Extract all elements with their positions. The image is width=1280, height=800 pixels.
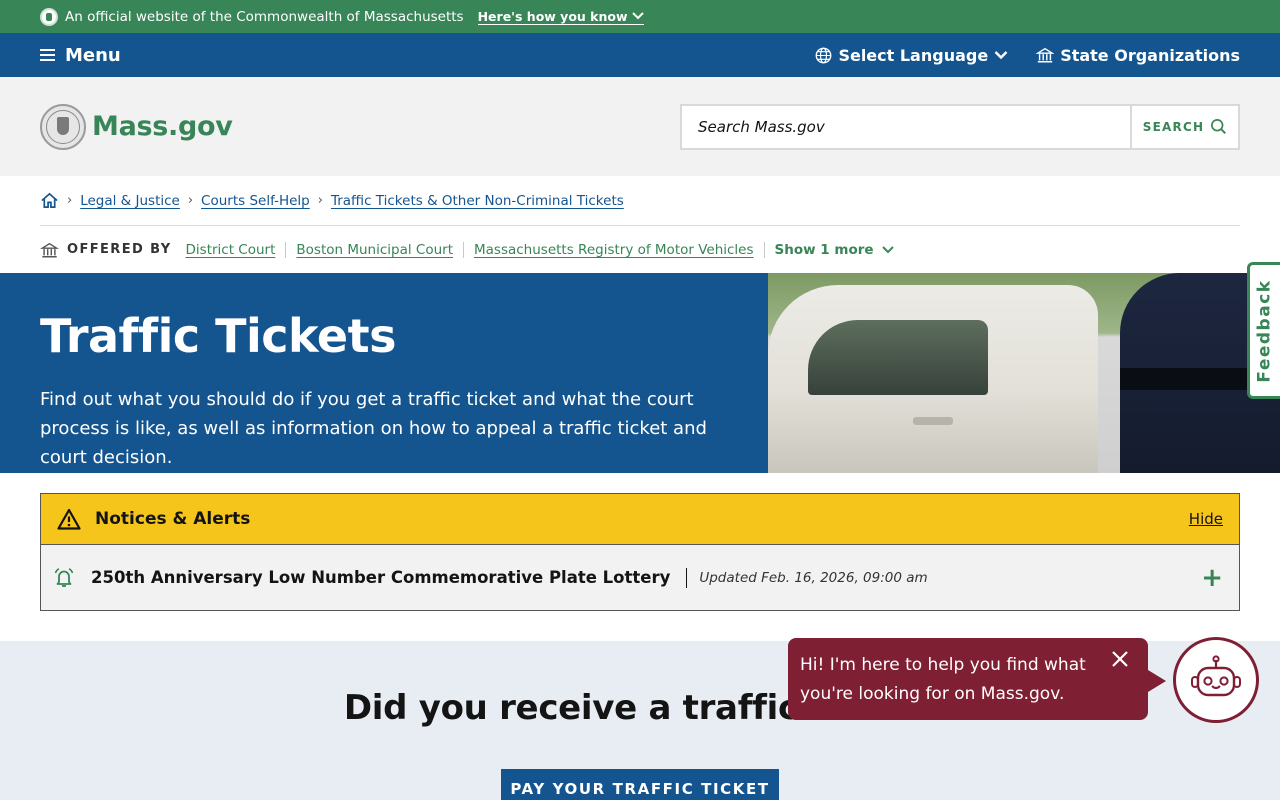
chatbot-launcher[interactable]	[1173, 637, 1259, 723]
hamburger-icon	[40, 49, 55, 61]
divider	[285, 241, 287, 258]
offered-by-district-court[interactable]: District Court	[186, 242, 276, 258]
select-language-button[interactable]: Select Language	[815, 46, 1008, 65]
show-more-label: Show 1 more	[774, 241, 874, 258]
breadcrumb-separator: ›	[317, 193, 323, 208]
breadcrumb-separator: ›	[67, 193, 73, 208]
alert-title[interactable]: 250th Anniversary Low Number Commemorati…	[91, 568, 670, 587]
chat-message: Hi! I'm here to help you find what you'r…	[800, 655, 1086, 704]
breadcrumb-courts-self-help[interactable]: Courts Self-Help	[201, 193, 310, 209]
offered-by-label: OFFERED BY	[67, 242, 172, 257]
car-illustration	[768, 285, 1098, 473]
state-seal-icon	[40, 103, 86, 150]
pay-ticket-button[interactable]: PAY YOUR TRAFFIC TICKET	[501, 769, 779, 800]
breadcrumb-traffic-tickets[interactable]: Traffic Tickets & Other Non-Criminal Tic…	[331, 193, 624, 209]
alert-updated-date: Updated Feb. 16, 2026, 09:00 am	[699, 569, 928, 586]
car-door-handle	[913, 417, 953, 425]
alerts-title: Notices & Alerts	[95, 509, 251, 529]
menu-button[interactable]: Menu	[40, 45, 121, 66]
mass-gov-logo[interactable]: Mass.gov	[40, 103, 233, 150]
hero-banner: Traffic Tickets Find out what you should…	[0, 273, 1280, 473]
search-form: SEARCH	[680, 103, 1240, 150]
globe-icon	[816, 47, 832, 63]
page-title: Traffic Tickets	[40, 309, 396, 363]
main-nav: Menu Select Language State Organizations	[0, 33, 1280, 77]
expand-alert-icon[interactable]: +	[1201, 563, 1223, 593]
state-organizations-label: State Organizations	[1060, 45, 1240, 65]
logo-text: Mass.gov	[92, 111, 233, 142]
search-button[interactable]: SEARCH	[1130, 105, 1238, 148]
select-language-label: Select Language	[838, 45, 989, 65]
chevron-down-icon	[881, 246, 894, 254]
how-you-know-link[interactable]: Here's how you know	[477, 8, 644, 25]
divider	[763, 241, 765, 258]
offered-by-bar: OFFERED BY District Court Boston Municip…	[40, 226, 1240, 273]
search-input[interactable]	[682, 105, 1130, 148]
feedback-tab[interactable]: Feedback	[1247, 262, 1280, 399]
alarm-bell-icon	[54, 567, 74, 587]
show-more-button[interactable]: Show 1 more	[775, 242, 894, 258]
search-button-label: SEARCH	[1142, 119, 1205, 134]
robot-icon	[1191, 655, 1241, 697]
breadcrumb-separator: ›	[187, 193, 194, 208]
breadcrumb-legal-justice[interactable]: Legal & Justice	[80, 193, 180, 209]
alerts-header: Notices & Alerts Hide	[41, 494, 1239, 545]
hide-alerts-link[interactable]: Hide	[1189, 510, 1223, 528]
car-window	[808, 320, 988, 395]
official-banner: An official website of the Commonwealth …	[0, 0, 1280, 33]
state-organizations-button[interactable]: State Organizations	[1036, 46, 1240, 65]
official-text: An official website of the Commonwealth …	[65, 8, 464, 25]
offered-by-boston-municipal-court[interactable]: Boston Municipal Court	[296, 242, 453, 258]
alert-item[interactable]: 250th Anniversary Low Number Commemorati…	[41, 545, 1239, 610]
how-you-know-label: Here's how you know	[477, 8, 628, 24]
building-icon	[1036, 47, 1055, 63]
search-icon	[1211, 119, 1227, 134]
notices-alerts: Notices & Alerts Hide 250th Anniversary …	[40, 493, 1240, 611]
offered-by-rmv[interactable]: Massachusetts Registry of Motor Vehicles	[474, 242, 754, 258]
home-icon[interactable]	[40, 192, 59, 209]
hero-text: Traffic Tickets Find out what you should…	[0, 273, 768, 473]
menu-label: Menu	[65, 44, 121, 66]
site-header: Mass.gov SEARCH	[0, 77, 1280, 176]
hero-image	[768, 273, 1280, 473]
feedback-label: Feedback	[1255, 278, 1275, 383]
state-seal-icon	[40, 7, 58, 26]
divider	[463, 241, 464, 258]
warning-icon	[57, 508, 81, 530]
divider	[686, 567, 688, 588]
chevron-down-icon	[631, 12, 644, 20]
breadcrumb: › Legal & Justice › Courts Self-Help › T…	[40, 176, 1240, 226]
close-icon[interactable]	[1108, 647, 1132, 671]
page-description: Find out what you should do if you get a…	[40, 389, 707, 468]
chevron-down-icon	[994, 51, 1008, 60]
building-icon	[40, 242, 59, 257]
chat-greeting-bubble: Hi! I'm here to help you find what you'r…	[788, 638, 1166, 720]
